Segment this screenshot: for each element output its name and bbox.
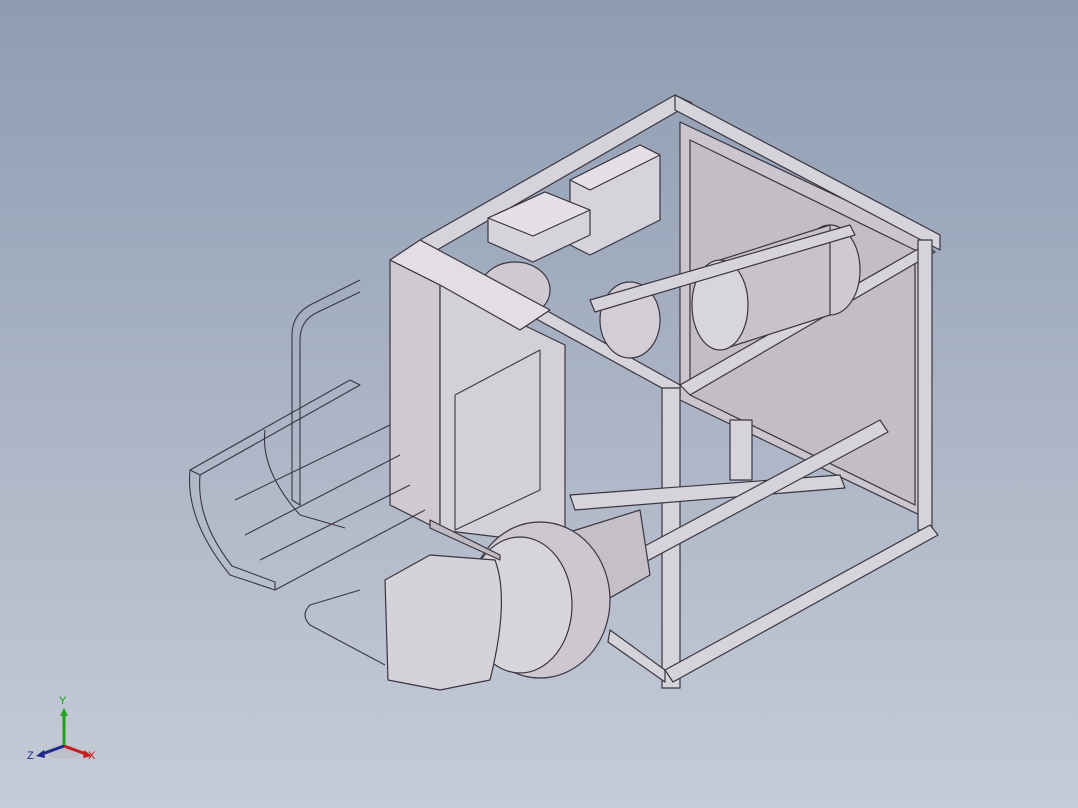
left-enclosure-front bbox=[389, 259, 441, 531]
front-hood bbox=[384, 554, 503, 691]
x-axis-label: X bbox=[88, 750, 96, 762]
y-axis-arrow-head-icon bbox=[60, 708, 68, 716]
cage-top-rail bbox=[189, 379, 361, 476]
y-axis-label: Y bbox=[59, 695, 67, 707]
frame-post-rear-right bbox=[917, 239, 933, 531]
pipe-lower-diagonal-1 bbox=[569, 474, 846, 511]
guard-loop-lower bbox=[304, 589, 386, 666]
pipe-vertical-elbow bbox=[729, 419, 753, 481]
frame-bottom-side-beam bbox=[607, 629, 666, 683]
view-orientation-triad[interactable]: Y Z X bbox=[26, 694, 106, 774]
cage-mid-rail-1 bbox=[234, 424, 391, 501]
cad-graphics-viewport[interactable]: Y Z X bbox=[0, 0, 1078, 808]
cage-mid-rail-2 bbox=[244, 454, 401, 536]
cage-rear-hoop bbox=[263, 429, 346, 529]
frame-bottom-front-beam bbox=[664, 524, 939, 683]
cage-front-hoop bbox=[188, 469, 276, 591]
cage-mid-rail-3 bbox=[259, 484, 411, 561]
z-axis-label: Z bbox=[27, 750, 34, 762]
guard-loop-upper bbox=[291, 279, 361, 506]
cad-assembly-model[interactable] bbox=[0, 0, 1078, 808]
z-axis-arrow-head-icon bbox=[36, 750, 45, 758]
